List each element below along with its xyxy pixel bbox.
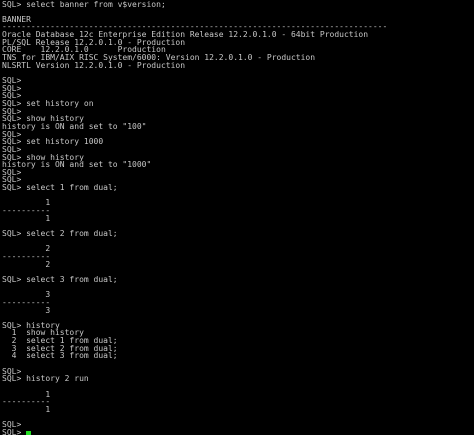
terminal-line: history is ON and set to "100"	[2, 121, 147, 131]
terminal-line: 1	[2, 213, 51, 223]
terminal-line: 3	[2, 305, 51, 315]
terminal-line: SQL> select 1 from dual;	[2, 183, 118, 193]
terminal-line: SQL>	[2, 427, 22, 435]
terminal-cursor	[26, 431, 31, 435]
terminal-line: history is ON and set to "1000"	[2, 160, 152, 170]
terminal-line: SQL> select 2 from dual;	[2, 229, 118, 238]
terminal-line: 4 select 3 from dual;	[2, 351, 118, 361]
terminal-line: SQL> select 3 from dual;	[2, 274, 118, 284]
terminal-line: NLSRTL Version 12.2.0.1.0 - Production	[2, 60, 186, 70]
terminal-line: SQL> history 2 run	[2, 374, 89, 384]
terminal-line: 2	[2, 259, 51, 269]
terminal-window[interactable]: SQL> select banner from v$version; BANNER…	[0, 0, 474, 435]
terminal-line: SQL> select banner from v$version;	[2, 0, 166, 9]
terminal-line: 1	[2, 404, 51, 414]
